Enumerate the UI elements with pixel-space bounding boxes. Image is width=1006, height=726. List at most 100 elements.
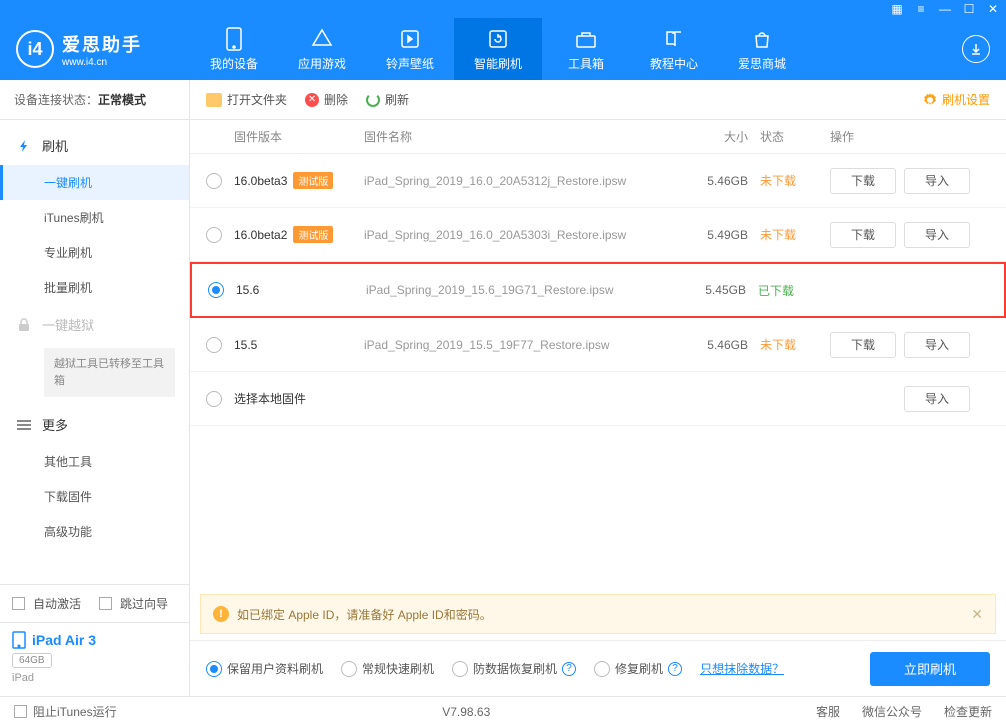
sidebar-item-batch[interactable]: 批量刷机 — [0, 270, 189, 305]
opt-antirecovery[interactable]: 防数据恢复刷机? — [452, 660, 576, 677]
footer-link-update[interactable]: 检查更新 — [944, 703, 992, 720]
row-version: 15.5 — [234, 338, 364, 352]
flash-settings-button[interactable]: 刷机设置 — [923, 91, 990, 108]
sidebar-group-more[interactable]: 更多 — [0, 405, 189, 444]
nav-label: 爱思商城 — [738, 55, 786, 72]
col-ops: 操作 — [830, 128, 990, 145]
app-domain: www.i4.cn — [62, 57, 142, 68]
phone-icon — [222, 27, 246, 51]
firmware-row[interactable]: 15.6iPad_Spring_2019_15.6_19G71_Restore.… — [190, 262, 1006, 318]
import-button[interactable]: 导入 — [904, 386, 970, 412]
nav-ringtone[interactable]: 铃声壁纸 — [366, 18, 454, 80]
firmware-row[interactable]: 16.0beta3测试版iPad_Spring_2019_16.0_20A531… — [190, 154, 1006, 208]
group-label: 更多 — [42, 415, 68, 434]
download-icon — [962, 35, 990, 63]
status-label: 设备连接状态： — [14, 91, 98, 108]
row-radio[interactable] — [206, 173, 222, 189]
titlebar-grid-icon[interactable]: ▦ — [890, 2, 904, 16]
row-version: 16.0beta2测试版 — [234, 226, 364, 243]
help-icon[interactable]: ? — [668, 662, 682, 676]
main-content: 打开文件夹 ✕ 删除 刷新 刷机设置 固件版本 固件名称 大小 状态 — [190, 80, 1006, 696]
footer-link-support[interactable]: 客服 — [816, 703, 840, 720]
sidebar-item-pro[interactable]: 专业刷机 — [0, 235, 189, 270]
music-icon — [398, 27, 422, 51]
auto-activate-checkbox[interactable] — [12, 597, 25, 610]
row-size: 5.45GB — [688, 283, 758, 297]
row-status: 未下载 — [760, 336, 830, 353]
row-radio[interactable] — [206, 227, 222, 243]
book-icon — [662, 27, 686, 51]
sidebar-group-flash[interactable]: 刷机 — [0, 126, 189, 165]
notice-bar: ! 如已绑定 Apple ID，请准备好 Apple ID和密码。 ✕ — [200, 594, 996, 634]
nav-tutorial[interactable]: 教程中心 — [630, 18, 718, 80]
sidebar-group-jailbreak: 一键越狱 — [0, 305, 189, 344]
toolbar: 打开文件夹 ✕ 删除 刷新 刷机设置 — [190, 80, 1006, 120]
footer-link-wechat[interactable]: 微信公众号 — [862, 703, 922, 720]
titlebar-close-icon[interactable]: ✕ — [986, 2, 1000, 16]
sidebar-item-downloadfw[interactable]: 下载固件 — [0, 479, 189, 514]
nav-store[interactable]: 爱思商城 — [718, 18, 806, 80]
local-firmware-row[interactable]: 选择本地固件导入 — [190, 372, 1006, 426]
opt-repair[interactable]: 修复刷机? — [594, 660, 682, 677]
nav-apps[interactable]: 应用游戏 — [278, 18, 366, 80]
block-itunes-checkbox[interactable] — [14, 705, 27, 718]
sidebar: 设备连接状态： 正常模式 刷机 一键刷机 iTunes刷机 专业刷机 批量刷机 … — [0, 80, 190, 696]
nav-label: 教程中心 — [650, 55, 698, 72]
app-name: 爱思助手 — [62, 31, 142, 57]
row-filename: iPad_Spring_2019_15.6_19G71_Restore.ipsw — [366, 283, 688, 297]
nav-flash[interactable]: 智能刷机 — [454, 18, 542, 80]
download-button[interactable]: 下载 — [830, 332, 896, 358]
sidebar-item-othertools[interactable]: 其他工具 — [0, 444, 189, 479]
titlebar-menu-icon[interactable]: ≡ — [914, 2, 928, 16]
lock-icon — [16, 317, 32, 333]
refresh-button[interactable]: 刷新 — [366, 91, 409, 108]
skip-guide-checkbox[interactable] — [99, 597, 112, 610]
row-size: 5.46GB — [690, 174, 760, 188]
opt-keep-data[interactable]: 保留用户资料刷机 — [206, 660, 323, 677]
logo[interactable]: i4 爱思助手 www.i4.cn — [0, 30, 190, 68]
flash-icon — [16, 138, 32, 154]
tablet-icon — [12, 631, 26, 649]
sidebar-item-itunes[interactable]: iTunes刷机 — [0, 200, 189, 235]
apps-icon — [310, 27, 334, 51]
nav-label: 工具箱 — [568, 55, 604, 72]
download-button[interactable]: 下载 — [830, 168, 896, 194]
download-manager-button[interactable] — [946, 35, 1006, 63]
opt-normal[interactable]: 常规快速刷机 — [341, 660, 434, 677]
titlebar-minimize-icon[interactable]: — — [938, 2, 952, 16]
import-button[interactable]: 导入 — [904, 332, 970, 358]
row-status: 未下载 — [760, 226, 830, 243]
row-radio[interactable] — [208, 282, 224, 298]
help-icon[interactable]: ? — [562, 662, 576, 676]
jailbreak-note: 越狱工具已转移至工具箱 — [44, 348, 175, 397]
sidebar-item-oneclick[interactable]: 一键刷机 — [0, 165, 189, 200]
delete-button[interactable]: ✕ 删除 — [305, 91, 348, 108]
auto-activate-label: 自动激活 — [33, 595, 81, 612]
col-size: 大小 — [690, 128, 760, 145]
erase-link[interactable]: 只想抹除数据？ — [700, 660, 784, 677]
close-notice-button[interactable]: ✕ — [971, 606, 983, 623]
download-button[interactable]: 下载 — [830, 222, 896, 248]
flash-now-button[interactable]: 立即刷机 — [870, 652, 990, 686]
firmware-row[interactable]: 15.5iPad_Spring_2019_15.5_19F77_Restore.… — [190, 318, 1006, 372]
refresh-icon — [366, 93, 380, 107]
import-button[interactable]: 导入 — [904, 168, 970, 194]
row-radio[interactable] — [206, 337, 222, 353]
open-folder-button[interactable]: 打开文件夹 — [206, 91, 287, 108]
firmware-row[interactable]: 16.0beta2测试版iPad_Spring_2019_16.0_20A530… — [190, 208, 1006, 262]
notice-text: 如已绑定 Apple ID，请准备好 Apple ID和密码。 — [237, 606, 492, 623]
titlebar-maximize-icon[interactable]: ☐ — [962, 2, 976, 16]
device-name[interactable]: iPad Air 3 — [12, 631, 177, 649]
nav-toolbox[interactable]: 工具箱 — [542, 18, 630, 80]
device-capacity: 64GB — [12, 653, 52, 668]
sidebar-item-advanced[interactable]: 高级功能 — [0, 514, 189, 549]
delete-icon: ✕ — [305, 93, 319, 107]
warning-icon: ! — [213, 606, 229, 622]
import-button[interactable]: 导入 — [904, 222, 970, 248]
group-label: 一键越狱 — [42, 315, 94, 334]
app-header: i4 爱思助手 www.i4.cn 我的设备 应用游戏 铃声壁纸 智能刷机 工具… — [0, 18, 1006, 80]
nav-device[interactable]: 我的设备 — [190, 18, 278, 80]
device-type: iPad — [12, 672, 177, 684]
window-titlebar: ▦ ≡ — ☐ ✕ — [0, 0, 1006, 18]
row-radio[interactable] — [206, 391, 222, 407]
